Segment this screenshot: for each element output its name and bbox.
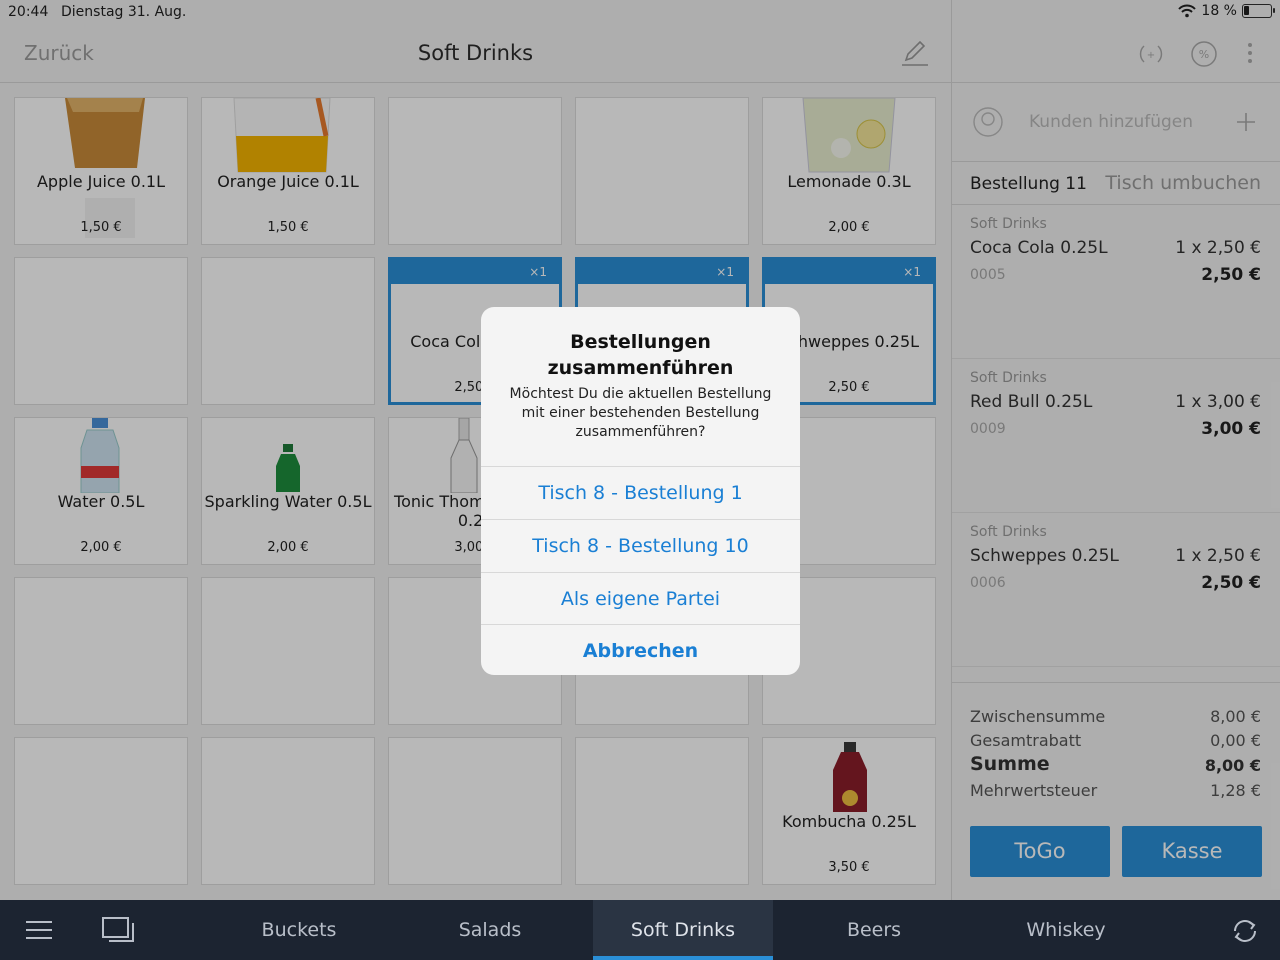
- dialog-option-order-1[interactable]: Tisch 8 - Bestellung 1: [481, 466, 800, 519]
- dialog-option-order-10[interactable]: Tisch 8 - Bestellung 10: [481, 519, 800, 572]
- dialog-option-own-party[interactable]: Als eigene Partei: [481, 572, 800, 625]
- merge-orders-dialog: Bestellungen zusammenführen Möchtest Du …: [481, 307, 800, 675]
- menu-icon[interactable]: [25, 920, 53, 940]
- nav-tab-soft-drinks[interactable]: Soft Drinks: [593, 900, 773, 960]
- nav-tab-buckets[interactable]: Buckets: [205, 900, 393, 960]
- bottom-nav: Buckets Salads Soft Drinks Beers Whiskey: [0, 900, 1280, 960]
- sync-icon[interactable]: [1230, 916, 1260, 946]
- screen-icon[interactable]: [102, 917, 134, 943]
- dialog-message: Möchtest Du die aktuellen Bestellung mit…: [509, 386, 772, 440]
- nav-tab-whiskey[interactable]: Whiskey: [971, 900, 1161, 960]
- dialog-title: Bestellungen zusammenführen: [547, 331, 734, 379]
- nav-tab-beers[interactable]: Beers: [779, 900, 969, 960]
- dialog-cancel-button[interactable]: Abbrechen: [481, 624, 800, 675]
- nav-tab-salads[interactable]: Salads: [397, 900, 583, 960]
